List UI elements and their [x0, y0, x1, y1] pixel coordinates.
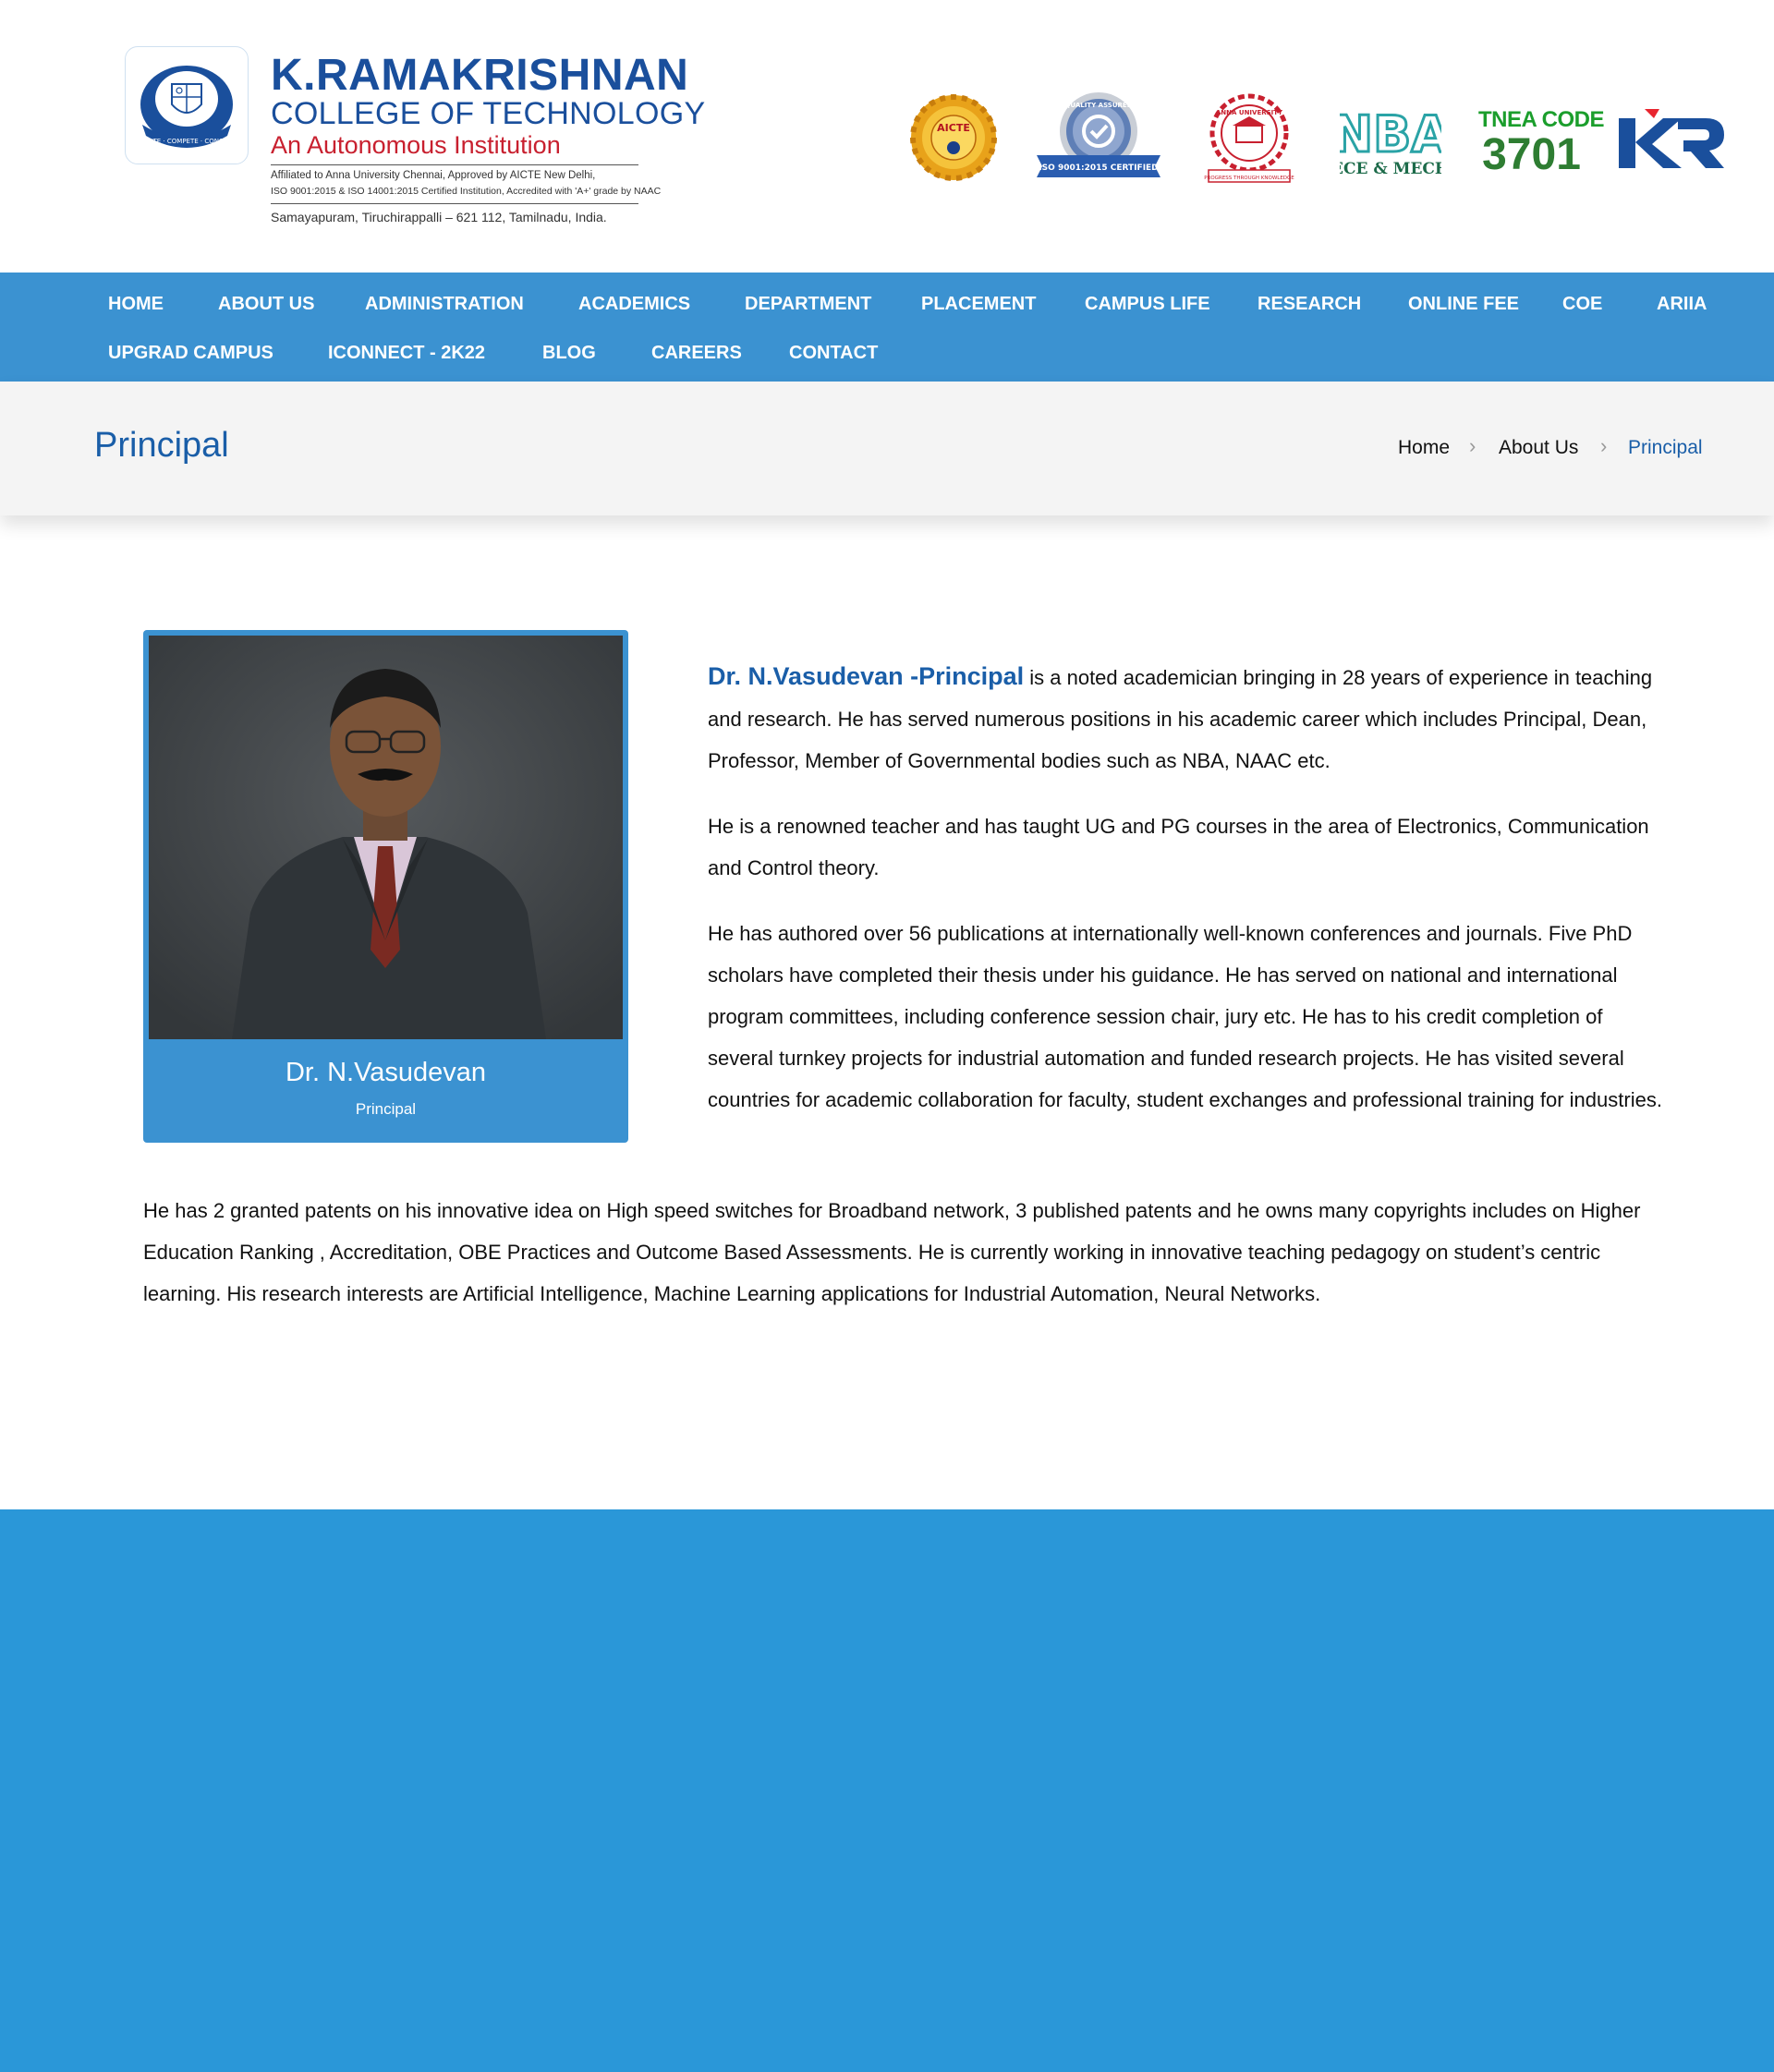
logo-divider-2: [271, 203, 638, 204]
page-title: Principal: [94, 426, 229, 465]
iso-top-text: QUALITY ASSURED: [1064, 102, 1132, 109]
bio-lead-name: Dr. N.Vasudevan -Principal: [708, 662, 1025, 690]
nba-badge-icon: NBA ECE & MECH: [1330, 104, 1451, 181]
affiliation-line-2: ISO 9001:2015 & ISO 14001:2015 Certified…: [271, 186, 662, 197]
anna-badge-text: ANNA UNIVERSITY: [1216, 109, 1283, 116]
affiliation-line-1: Affiliated to Anna University Chennai, A…: [271, 170, 596, 181]
seal-motto-text: CREATE · COMPETE · CONQUER: [136, 138, 237, 145]
principal-photo: [149, 636, 623, 1039]
nav-item-coe[interactable]: COE: [1562, 280, 1602, 328]
principal-role: Principal: [355, 1100, 417, 1118]
iso-badge-text: ISO 9001:2015 CERTIFIED: [1039, 164, 1158, 173]
aicte-badge-icon: AICTE: [908, 92, 999, 183]
college-subtitle: COLLEGE OF TECHNOLOGY: [271, 96, 706, 131]
chevron-right-icon: ›: [1600, 434, 1608, 457]
nav-item-research[interactable]: RESEARCH: [1258, 280, 1361, 328]
main-navigation: HOME ABOUT US ADMINISTRATION ACADEMICS D…: [0, 273, 1774, 382]
college-address: Samayapuram, Tiruchirappalli – 621 112, …: [271, 210, 607, 224]
chevron-right-icon: ›: [1469, 434, 1476, 457]
nav-item-blog[interactable]: BLOG: [542, 329, 596, 377]
tnea-label: TNEA CODE: [1478, 107, 1604, 132]
nav-item-about-us[interactable]: ABOUT US: [218, 280, 314, 328]
breadcrumb-current: Principal: [1628, 437, 1703, 458]
tnea-code-number: 3701: [1482, 130, 1581, 179]
nav-item-academics[interactable]: ACADEMICS: [578, 280, 690, 328]
nav-item-iconnect[interactable]: ICONNECT - 2K22: [328, 329, 485, 377]
breadcrumb-home[interactable]: Home: [1398, 438, 1450, 457]
anna-university-badge-icon: ANNA UNIVERSITY PROGRESS THROUGH KNOWLED…: [1203, 92, 1295, 185]
college-logo[interactable]: CREATE · COMPETE · CONQUER K.RAMAKRISHNA…: [123, 44, 705, 229]
tnea-code-badge: TNEA CODE 3701: [1478, 107, 1604, 183]
principal-profile-card: Dr. N.Vasudevan Principal: [143, 630, 628, 1143]
bio-paragraph-2: He is a renowned teacher and has taught …: [708, 815, 1649, 879]
nba-letters: NBA: [1340, 107, 1441, 164]
footer: [0, 1509, 1774, 2072]
nba-subtitle: ECE & MECH: [1340, 160, 1441, 178]
nav-item-careers[interactable]: CAREERS: [651, 329, 742, 377]
logo-divider: [271, 164, 638, 165]
page-title-bar: Principal Home › About Us › Principal: [0, 382, 1774, 515]
anna-motto-text: PROGRESS THROUGH KNOWLEDGE: [1204, 176, 1294, 181]
nav-item-ariia[interactable]: ARIIA: [1657, 280, 1707, 328]
principal-bio: Dr. N.Vasudevan -Principal is a noted ac…: [708, 656, 1672, 1145]
nav-item-department[interactable]: DEPARTMENT: [745, 280, 871, 328]
nav-item-campus-life[interactable]: CAMPUS LIFE: [1085, 280, 1210, 328]
nav-item-administration[interactable]: ADMINISTRATION: [365, 280, 524, 328]
college-name: K.RAMAKRISHNAN: [271, 51, 689, 100]
nav-item-online-fee[interactable]: ONLINE FEE: [1408, 280, 1519, 328]
breadcrumb-about-us[interactable]: About Us: [1499, 438, 1578, 457]
site-header: CREATE · COMPETE · CONQUER K.RAMAKRISHNA…: [0, 0, 1774, 273]
nav-item-home[interactable]: HOME: [108, 280, 164, 328]
nav-item-upgrad-campus[interactable]: UPGRAD CAMPUS: [108, 329, 273, 377]
autonomous-tagline: An Autonomous Institution: [271, 131, 561, 159]
bio-paragraph-1: Dr. N.Vasudevan -Principal is a noted ac…: [708, 656, 1672, 782]
aicte-badge-text: AICTE: [937, 122, 970, 134]
college-seal-icon: CREATE · COMPETE · CONQUER: [125, 46, 249, 164]
bio-paragraph-4: He has 2 granted patents on his innovati…: [143, 1199, 1641, 1305]
principal-name: Dr. N.Vasudevan: [285, 1058, 487, 1087]
nav-item-placement[interactable]: PLACEMENT: [921, 280, 1036, 328]
nav-item-contact[interactable]: CONTACT: [789, 329, 878, 377]
iso-certified-badge-icon: QUALITY ASSURED ISO 9001:2015 CERTIFIED: [1033, 89, 1164, 188]
bio-paragraph-3: He has authored over 56 publications at …: [708, 922, 1662, 1111]
kr-logo-icon[interactable]: [1617, 105, 1726, 172]
